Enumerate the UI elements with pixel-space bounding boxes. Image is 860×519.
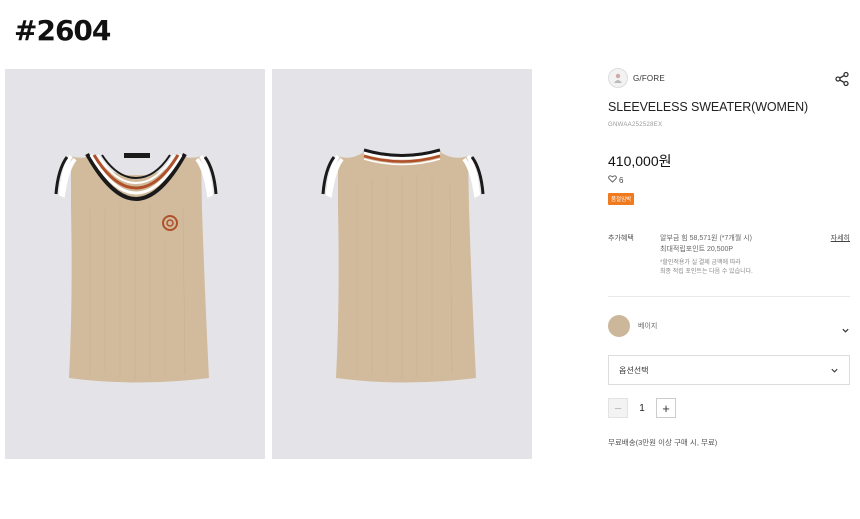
quantity-value[interactable]: 1 (628, 403, 656, 414)
share-icon[interactable] (834, 71, 850, 87)
quantity-stepper: − 1 + (608, 398, 676, 418)
color-name: 베이지 (638, 323, 658, 330)
quantity-decrease-button[interactable]: − (608, 398, 628, 418)
installment-info: 알부금 힘 58,571원 (*7개월 시) (660, 235, 752, 242)
page-tag: #2604 (14, 14, 111, 47)
benefit-note: *할인적용가 실 결제 금액에 따라 최종 적립 포인트는 다음 수 있습니다. (660, 259, 753, 277)
color-option-row[interactable]: 베이지 (608, 314, 850, 338)
sleeveless-sweater-back-image (321, 148, 485, 383)
product-image-front[interactable] (5, 69, 265, 459)
sleeveless-sweater-front-image (54, 153, 218, 383)
chevron-down-icon[interactable] (841, 322, 850, 333)
chevron-down-icon[interactable] (830, 366, 839, 375)
product-price: 410,000원 (608, 153, 672, 169)
brand-row[interactable]: G/FORE (608, 68, 850, 88)
brand-name[interactable]: G/FORE (633, 74, 665, 83)
status-badge: 품절임박 (608, 193, 635, 205)
benefit-note-line2: 최종 적립 포인트는 다음 수 있습니다. (660, 269, 753, 275)
points-info: 최대적립포인트 20,500P (660, 246, 734, 253)
divider (608, 296, 850, 297)
color-swatch[interactable] (608, 315, 630, 337)
like-count-value: 6 (619, 175, 624, 185)
details-link[interactable]: 자세히 (831, 233, 850, 243)
quantity-increase-button[interactable]: + (656, 398, 676, 418)
option-select-label: 옵션선택 (619, 365, 649, 375)
benefit-note-line1: *할인적용가 실 결제 금액에 따라 (660, 260, 741, 266)
benefit-details: 알부금 힘 58,571원 (*7개월 시) 최대적립포인트 20,500P (660, 233, 752, 255)
option-select[interactable]: 옵션선택 (608, 355, 850, 385)
product-code: GNWAA252528EX (608, 122, 663, 128)
heart-icon[interactable] (608, 175, 617, 185)
like-count[interactable]: 6 (608, 175, 623, 185)
product-image-back[interactable] (272, 69, 532, 459)
brand-logo-icon[interactable] (608, 68, 628, 88)
shipping-info: 무료배송(3만원 이상 구매 시, 무료) (608, 438, 718, 447)
product-info-panel: G/FORE SLEEVELESS SWEATER(WOMEN) GNWAA25… (608, 68, 850, 447)
product-title: SLEEVELESS SWEATER(WOMEN) (608, 100, 809, 114)
benefit-label: 추가혜택 (608, 235, 634, 242)
